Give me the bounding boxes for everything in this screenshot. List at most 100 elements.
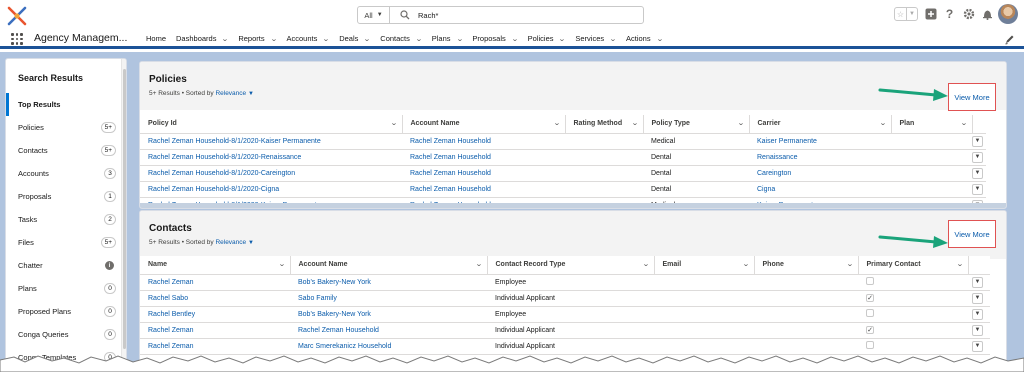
sidebar-item-accounts[interactable]: Accounts 3	[6, 162, 126, 185]
bell-icon[interactable]	[981, 8, 994, 21]
app-logo-icon[interactable]	[6, 5, 28, 27]
user-avatar[interactable]	[998, 4, 1018, 24]
nav-item-accounts[interactable]: Accounts ⌄	[286, 34, 339, 43]
column-header-contact-record-type[interactable]: Contact Record Type ⌄	[487, 256, 655, 275]
chevron-down-icon[interactable]: ⌄	[559, 35, 567, 43]
chevron-down-icon[interactable]: ⌄	[390, 119, 398, 127]
chevron-down-icon[interactable]: ▼	[906, 8, 917, 20]
sidebar-item-contacts[interactable]: Contacts 5+	[6, 139, 126, 162]
help-icon[interactable]: ?	[943, 7, 956, 21]
nav-item-home[interactable]: Home	[146, 34, 176, 43]
search-scope-select[interactable]: All ▼	[358, 7, 390, 23]
contact-name-link[interactable]: Rachel Zeman	[140, 338, 290, 355]
sidebar-scrollbar[interactable]	[121, 59, 126, 367]
chevron-down-icon[interactable]: ⌄	[742, 260, 750, 268]
column-header-plan[interactable]: Plan ⌄	[891, 115, 973, 134]
chevron-down-icon[interactable]: ⌄	[511, 35, 519, 43]
column-header-policy-type[interactable]: Policy Type ⌄	[643, 115, 750, 134]
card-scrollbar[interactable]	[140, 203, 1006, 208]
policy-id-link[interactable]: Rachel Zeman Household-8/1/2020-Careingt…	[140, 165, 402, 182]
nav-item-contacts[interactable]: Contacts ⌄	[380, 34, 431, 43]
edit-icon[interactable]	[1004, 34, 1015, 45]
scrollbar-thumb[interactable]	[123, 69, 126, 349]
policy-id-link[interactable]: Rachel Zeman Household-8/1/2020-Kaiser P…	[140, 133, 402, 150]
nav-item-plans[interactable]: Plans ⌄	[432, 34, 473, 43]
chevron-down-icon[interactable]: ⌄	[222, 35, 230, 43]
carrier-link[interactable]: Careington	[749, 165, 891, 182]
account-name-link[interactable]: Sabo Family	[290, 290, 487, 307]
chevron-down-icon[interactable]: ⌄	[456, 35, 464, 43]
row-actions-menu[interactable]: ▼	[972, 308, 983, 320]
account-name-link[interactable]: Bob's Bakery-New York	[290, 274, 487, 291]
sidebar-item-policies[interactable]: Policies 5+	[6, 116, 126, 139]
chevron-down-icon[interactable]: ⌄	[553, 119, 561, 127]
column-header-carrier[interactable]: Carrier ⌄	[749, 115, 892, 134]
chevron-down-icon[interactable]: ⌄	[322, 35, 330, 43]
chevron-down-icon[interactable]: ⌄	[415, 35, 423, 43]
global-search[interactable]: All ▼ Rach*	[357, 6, 644, 24]
account-name-link[interactable]: Marc Smerekanicz Household	[290, 338, 487, 355]
chevron-down-icon[interactable]: ⌄	[846, 260, 854, 268]
nav-item-proposals[interactable]: Proposals ⌄	[472, 34, 527, 43]
chevron-down-icon[interactable]: ⌄	[956, 260, 964, 268]
contacts-title[interactable]: Contacts	[149, 223, 192, 234]
add-icon[interactable]	[924, 8, 937, 21]
row-actions-menu[interactable]: ▼	[972, 340, 983, 352]
sidebar-item-chatter[interactable]: Chatter i	[6, 254, 126, 277]
column-header-name[interactable]: Name ⌄	[140, 256, 291, 275]
carrier-link[interactable]: Cigna	[749, 181, 891, 198]
chevron-down-icon[interactable]: ⌄	[642, 260, 650, 268]
chevron-down-icon[interactable]: ⌄	[609, 35, 617, 43]
favorites-button[interactable]: ☆ ▼	[894, 7, 918, 21]
policy-id-link[interactable]: Rachel Zeman Household-8/1/2020-Cigna	[140, 181, 402, 198]
sidebar-item-plans[interactable]: Plans 0	[6, 277, 126, 300]
chevron-down-icon[interactable]: ⌄	[364, 35, 372, 43]
chevron-down-icon[interactable]: ⌄	[631, 119, 639, 127]
row-actions-menu[interactable]: ▼	[972, 324, 983, 336]
account-name-link[interactable]: Rachel Zeman Household	[402, 149, 565, 166]
chevron-down-icon[interactable]: ⌄	[278, 260, 286, 268]
search-input[interactable]: Rach*	[418, 11, 438, 20]
sidebar-item-tasks[interactable]: Tasks 2	[6, 208, 126, 231]
gear-icon[interactable]	[962, 8, 975, 21]
row-actions-menu[interactable]: ▼	[972, 292, 983, 304]
sidebar-item-top-results[interactable]: Top Results	[6, 93, 126, 116]
contact-name-link[interactable]: Rachel Bentley	[140, 306, 290, 323]
sidebar-item-conga-queries[interactable]: Conga Queries 0	[6, 323, 126, 346]
sort-relevance-menu[interactable]: Relevance	[215, 90, 246, 97]
account-name-link[interactable]: Rachel Zeman Household	[402, 165, 565, 182]
view-more-policies-link[interactable]: View More	[948, 83, 996, 111]
column-header-account-name[interactable]: Account Name ⌄	[290, 256, 488, 275]
chevron-down-icon[interactable]: ⌄	[879, 119, 887, 127]
sidebar-item-files[interactable]: Files 5+	[6, 231, 126, 254]
column-header-account-name[interactable]: Account Name ⌄	[402, 115, 566, 134]
nav-item-actions[interactable]: Actions ⌄	[626, 34, 672, 43]
nav-item-services[interactable]: Services ⌄	[575, 34, 626, 43]
account-name-link[interactable]: Rachel Zeman Household	[290, 322, 487, 339]
policies-title[interactable]: Policies	[149, 74, 187, 85]
nav-item-dashboards[interactable]: Dashboards ⌄	[176, 34, 238, 43]
chevron-down-icon[interactable]: ⌄	[737, 119, 745, 127]
account-name-link[interactable]: Bob's Bakery-New York	[290, 306, 487, 323]
carrier-link[interactable]: Renaissance	[749, 149, 891, 166]
sidebar-item-proposed-plans[interactable]: Proposed Plans 0	[6, 300, 126, 323]
view-more-contacts-link[interactable]: View More	[948, 220, 996, 248]
column-header-rating-method[interactable]: Rating Method ⌄	[565, 115, 644, 134]
row-actions-menu[interactable]: ▼	[972, 167, 983, 179]
nav-item-reports[interactable]: Reports ⌄	[238, 34, 286, 43]
nav-item-deals[interactable]: Deals ⌄	[339, 34, 380, 43]
chevron-down-icon[interactable]: ▼	[248, 240, 254, 246]
chevron-down-icon[interactable]: ▼	[248, 91, 254, 97]
row-actions-menu[interactable]: ▼	[972, 135, 983, 147]
row-actions-menu[interactable]: ▼	[972, 276, 983, 288]
carrier-link[interactable]: Kaiser Permanente	[749, 133, 891, 150]
column-header-email[interactable]: Email ⌄	[654, 256, 755, 275]
chevron-down-icon[interactable]: ⌄	[270, 35, 278, 43]
star-icon[interactable]: ☆	[895, 8, 906, 20]
column-header-policy-id[interactable]: Policy Id ⌄	[140, 115, 403, 134]
policy-id-link[interactable]: Rachel Zeman Household-8/1/2020-Renaissa…	[140, 149, 402, 166]
sort-relevance-menu[interactable]: Relevance	[215, 239, 246, 246]
contact-name-link[interactable]: Rachel Zeman	[140, 322, 290, 339]
chevron-down-icon[interactable]: ⌄	[960, 119, 968, 127]
row-actions-menu[interactable]: ▼	[972, 151, 983, 163]
